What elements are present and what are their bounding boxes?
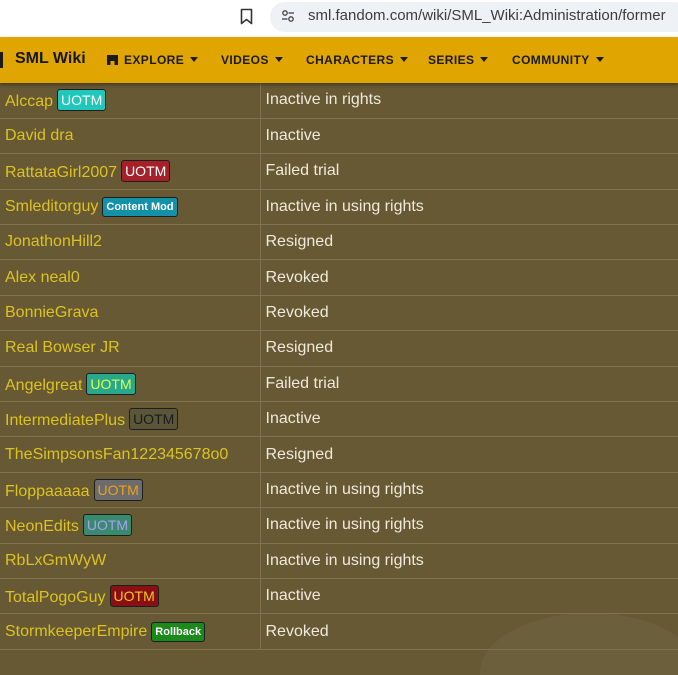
- username-link[interactable]: StormkeeperEmpire: [5, 623, 147, 640]
- url-text[interactable]: sml.fandom.com/wiki/SML_Wiki:Administrat…: [308, 7, 666, 24]
- reason-cell: Inactive: [260, 401, 678, 438]
- username-cell: NeonEdits UOTM: [0, 507, 261, 544]
- nav-explore[interactable]: EXPLORE: [106, 53, 199, 67]
- username-cell: BonnieGrava: [0, 295, 261, 332]
- username-link[interactable]: NeonEdits: [5, 518, 79, 535]
- table-row: Floppaaaaa UOTM Inactive in using rights: [0, 472, 678, 509]
- user-badge: UOTM: [121, 160, 171, 183]
- username-link[interactable]: Real Bowser JR: [5, 339, 120, 356]
- username-link[interactable]: Floppaaaaa: [5, 483, 90, 500]
- table-row: BonnieGrava Revoked: [0, 295, 678, 332]
- username-cell: RattataGirl2007 UOTM: [0, 153, 261, 190]
- username-link[interactable]: RattataGirl2007: [5, 164, 117, 181]
- user-badge: UOTM: [129, 408, 179, 431]
- table-row: RbLxGmWyW Inactive in using rights: [0, 543, 678, 579]
- nav-series-label: SERIES: [428, 53, 475, 67]
- username-link[interactable]: Alex neal0: [5, 269, 80, 286]
- user-badge: UOTM: [109, 585, 159, 608]
- reason-cell: Resigned: [260, 330, 678, 367]
- user-badge: UOTM: [82, 514, 133, 537]
- nav-community-label: COMMUNITY: [512, 53, 590, 67]
- username-cell: RbLxGmWyW: [0, 543, 261, 579]
- username-cell: Angelgreat UOTM: [0, 366, 261, 403]
- nav-videos[interactable]: VIDEOS: [221, 53, 283, 67]
- username-link[interactable]: Smleditorguy: [5, 198, 98, 215]
- username-cell: TotalPogoGuy UOTM: [0, 578, 261, 615]
- username-link[interactable]: Alccap: [5, 93, 53, 110]
- user-badge: Content Mod: [102, 196, 178, 217]
- username-cell: David dra: [0, 118, 261, 155]
- table-row: David dra Inactive: [0, 118, 678, 155]
- table-row: NeonEdits UOTM Inactive in using rights: [0, 507, 678, 544]
- reason-cell: Inactive in using rights: [260, 472, 678, 509]
- username-cell: Alccap UOTM: [0, 83, 261, 119]
- site-settings-icon[interactable]: [281, 9, 295, 23]
- table-row: Real Bowser JR Resigned: [0, 330, 678, 367]
- reason-cell: Inactive: [260, 578, 678, 615]
- nav-characters[interactable]: CHARACTERS: [306, 53, 408, 67]
- table-row: Smleditorguy Content Mod Inactive in using…: [0, 189, 678, 226]
- chevron-down-icon: [274, 57, 283, 63]
- table-row: Angelgreat UOTM Failed trial: [0, 366, 678, 403]
- username-cell: Real Bowser JR: [0, 330, 261, 367]
- chevron-down-icon: [400, 57, 408, 63]
- reason-cell: Failed trial: [260, 366, 678, 403]
- table-row: IntermediatePlus UOTM Inactive: [0, 401, 678, 438]
- nav-explore-label: EXPLORE: [124, 53, 185, 67]
- former-admins-table: Alccap UOTM Inactive in rights David dra Ina…: [0, 83, 678, 650]
- username-link[interactable]: BonnieGrava: [5, 304, 98, 321]
- username-cell: StormkeeperEmpire Rollback: [0, 613, 261, 650]
- reason-cell: Revoked: [260, 295, 678, 332]
- reason-cell: Revoked: [260, 259, 678, 296]
- chevron-down-icon: [480, 57, 489, 63]
- browser-toolbar: sml.fandom.com/wiki/SML_Wiki:Administrat…: [0, 0, 678, 37]
- reason-cell: Revoked: [260, 613, 678, 650]
- table-row: TotalPogoGuy UOTM Inactive: [0, 578, 678, 615]
- username-link[interactable]: RbLxGmWyW: [5, 552, 106, 569]
- user-badge: Rollback: [151, 621, 206, 642]
- reason-cell: Resigned: [260, 224, 678, 261]
- username-link[interactable]: JonathonHill2: [5, 233, 102, 250]
- username-cell: Alex neal0: [0, 259, 261, 296]
- table-row: JonathonHill2 Resigned: [0, 224, 678, 261]
- nav-videos-label: VIDEOS: [221, 53, 269, 67]
- reason-cell: Resigned: [260, 436, 678, 473]
- user-badge: UOTM: [86, 372, 136, 395]
- nav-characters-label: CHARACTERS: [306, 53, 394, 67]
- reason-cell: Inactive in using rights: [260, 507, 678, 544]
- reason-cell: Failed trial: [260, 153, 678, 190]
- user-badge: UOTM: [93, 478, 143, 501]
- username-cell: TheSimpsonsFan122345678o0: [0, 436, 261, 473]
- table-row: StormkeeperEmpire Rollback Revoked: [0, 613, 678, 650]
- reason-cell: Inactive in rights: [260, 83, 678, 119]
- username-link[interactable]: TotalPogoGuy: [5, 589, 106, 606]
- user-badge: UOTM: [57, 89, 107, 112]
- bookmark-icon[interactable]: [240, 8, 253, 25]
- nav-edge-marker: [0, 52, 3, 68]
- username-cell: Smleditorguy Content Mod: [0, 189, 261, 226]
- explore-icon: [107, 54, 118, 65]
- reason-cell: Inactive in using rights: [260, 189, 678, 226]
- username-cell: JonathonHill2: [0, 224, 261, 261]
- wiki-brand[interactable]: SML Wiki: [15, 50, 86, 68]
- table-row: TheSimpsonsFan122345678o0 Resigned: [0, 436, 678, 473]
- wiki-navbar: SML Wiki EXPLORE VIDEOS CHARACTERS SERIE…: [0, 37, 678, 83]
- table-row: RattataGirl2007 UOTM Failed trial: [0, 153, 678, 190]
- username-link[interactable]: TheSimpsonsFan122345678o0: [5, 446, 228, 463]
- nav-series[interactable]: SERIES: [428, 53, 489, 67]
- table-row: Alccap UOTM Inactive in rights: [0, 83, 678, 119]
- reason-cell: Inactive: [260, 118, 678, 155]
- username-link[interactable]: Angelgreat: [5, 377, 82, 394]
- table-row: Alex neal0 Revoked: [0, 259, 678, 296]
- username-cell: IntermediatePlus UOTM: [0, 401, 261, 438]
- username-cell: Floppaaaaa UOTM: [0, 472, 261, 509]
- nav-community[interactable]: COMMUNITY: [512, 53, 604, 67]
- reason-cell: Inactive in using rights: [260, 543, 678, 579]
- page-content: Alccap UOTM Inactive in rights David dra Ina…: [0, 83, 678, 675]
- username-link[interactable]: David dra: [5, 127, 73, 144]
- username-link[interactable]: IntermediatePlus: [5, 412, 125, 429]
- chevron-down-icon: [595, 57, 604, 63]
- chevron-down-icon: [190, 57, 199, 63]
